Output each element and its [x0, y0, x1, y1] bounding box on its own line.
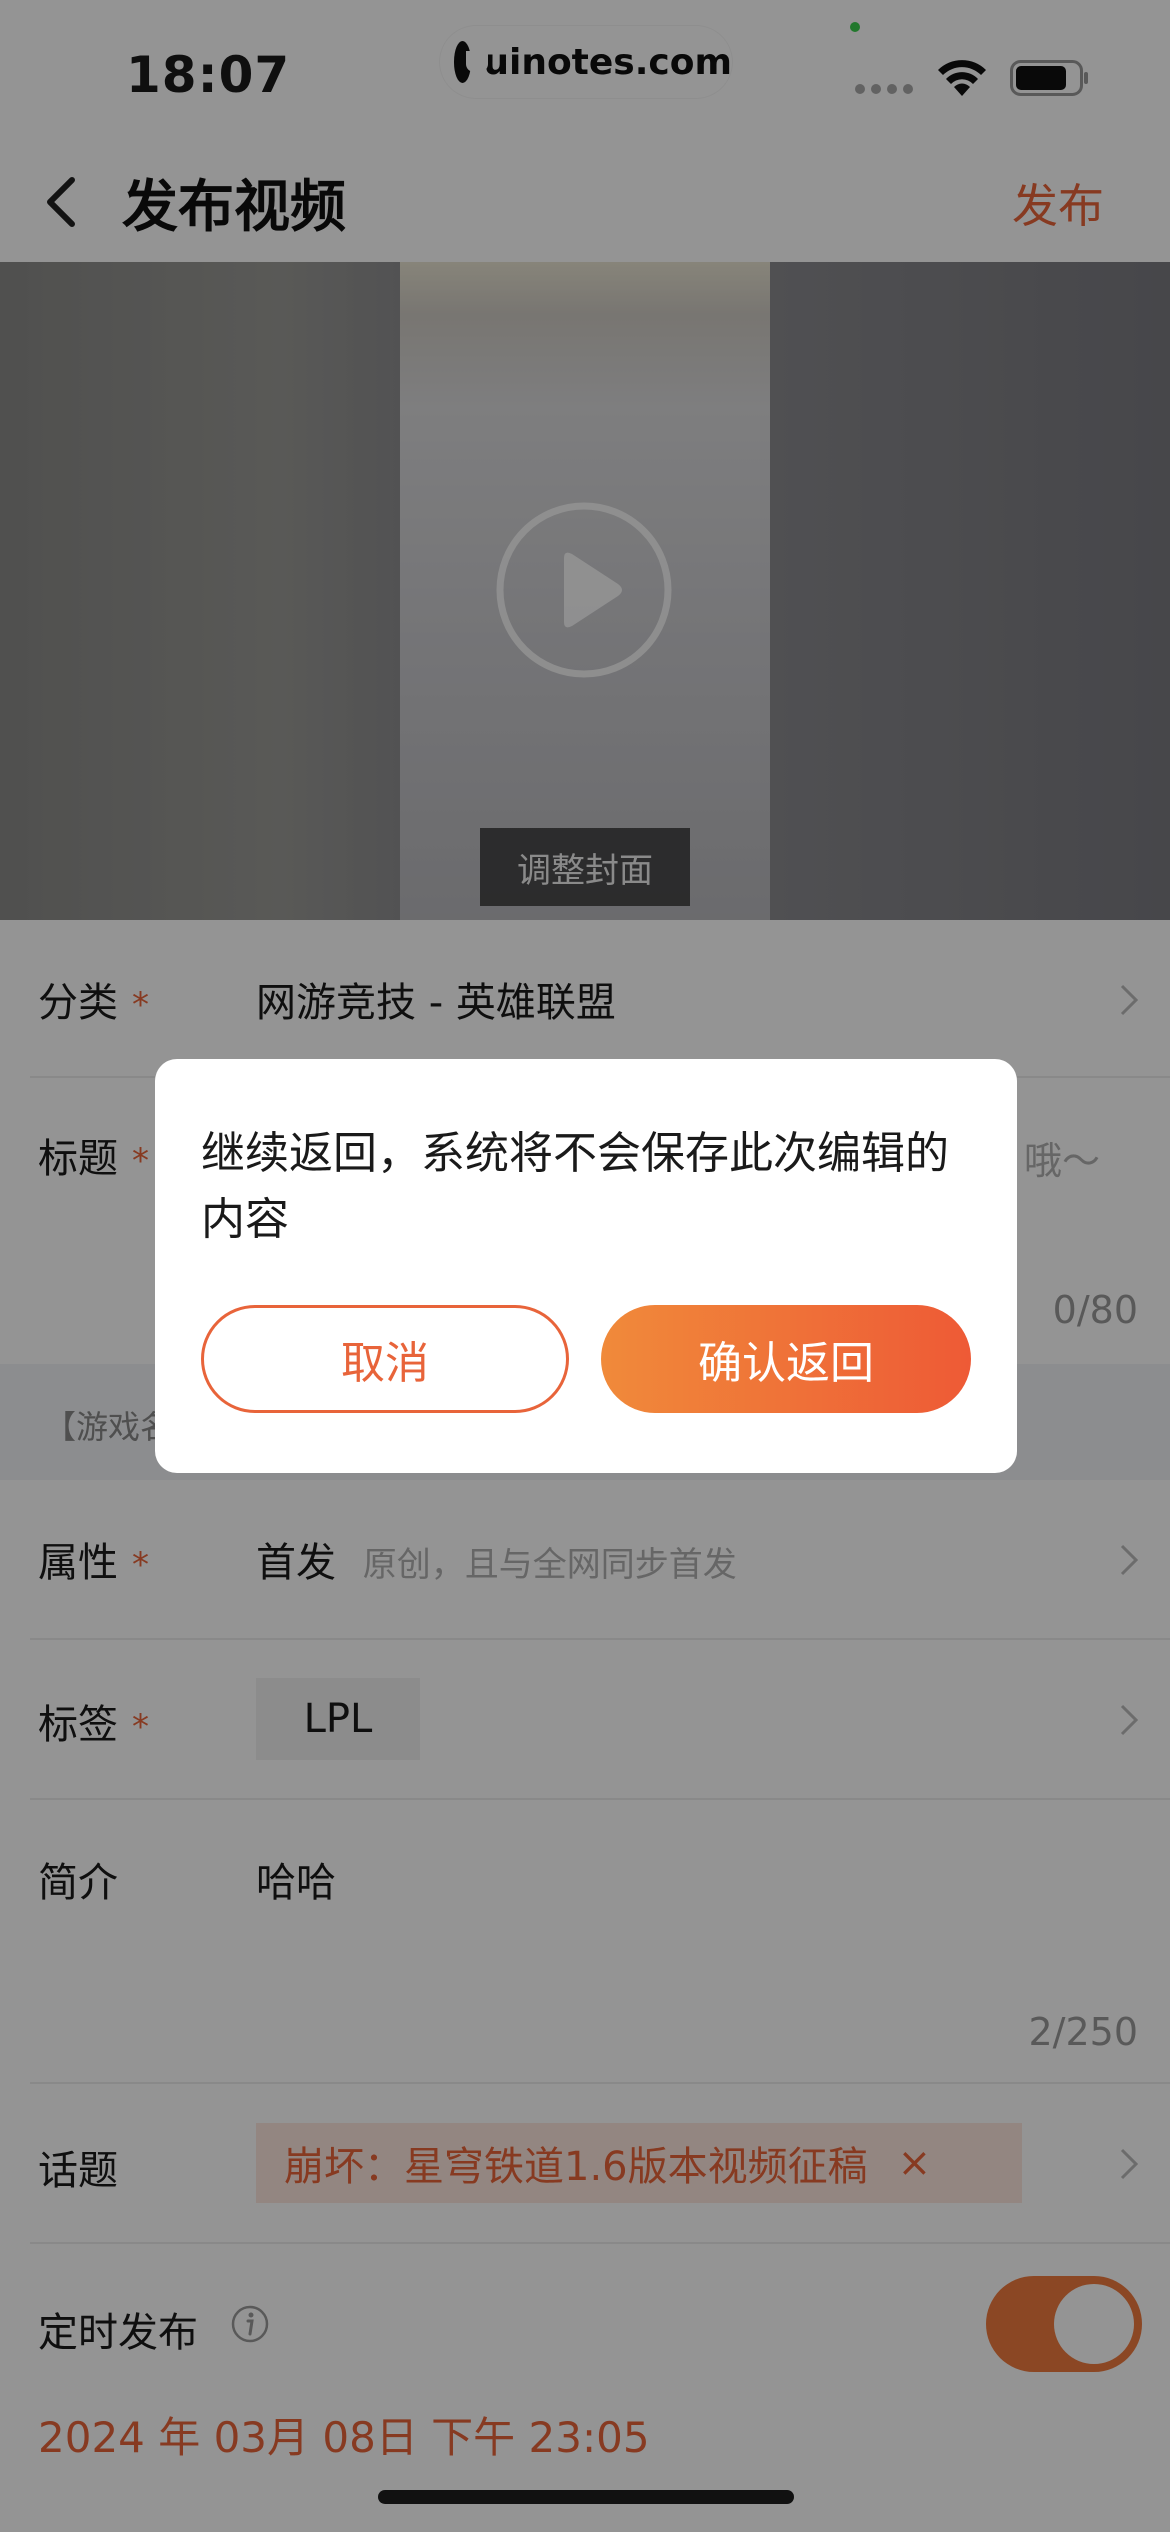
cancel-button[interactable]: 取消	[201, 1305, 569, 1413]
home-indicator[interactable]	[378, 2490, 794, 2504]
confirm-return-button[interactable]: 确认返回	[601, 1305, 971, 1413]
dialog-message: 继续返回，系统将不会保存此次编辑的内容	[201, 1128, 949, 1245]
confirm-dialog: 继续返回，系统将不会保存此次编辑的内容 取消 确认返回	[155, 1059, 1017, 1473]
